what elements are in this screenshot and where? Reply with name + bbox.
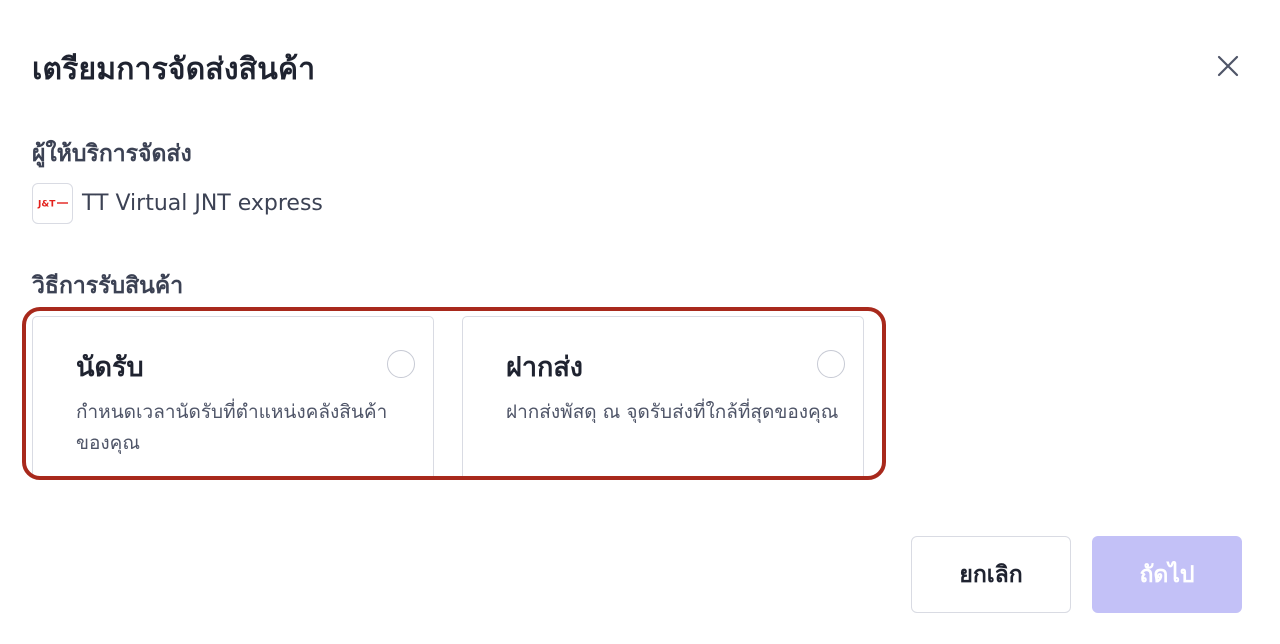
close-icon xyxy=(1217,55,1239,77)
carrier-section-label: ผู้ให้บริการจัดส่ง xyxy=(32,141,192,167)
dropoff-option-radio[interactable] xyxy=(817,350,845,378)
carrier-logo: J&T xyxy=(32,182,73,224)
pickup-option-card[interactable]: นัดรับ กำหนดเวลานัดรับที่ตำแหน่งคลังสินค… xyxy=(32,316,434,476)
dropoff-option-description: ฝากส่งพัสดุ ณ จุดรับส่งที่ใกล้ที่สุดของค… xyxy=(506,401,839,423)
dropoff-option-card[interactable]: ฝากส่ง ฝากส่งพัสดุ ณ จุดรับส่งที่ใกล้ที่… xyxy=(462,316,864,476)
jnt-logo-icon: J&T xyxy=(37,200,68,210)
cancel-button[interactable]: ยกเลิก xyxy=(911,536,1071,613)
svg-text:J&T: J&T xyxy=(37,200,56,210)
modal-title: เตรียมการจัดส่งสินค้า xyxy=(32,52,316,87)
next-button[interactable]: ถัดไป xyxy=(1092,536,1242,613)
dropoff-option-title: ฝากส่ง xyxy=(506,352,583,383)
prepare-shipment-modal: เตรียมการจัดส่งสินค้า ผู้ให้บริการจัดส่ง… xyxy=(0,0,1280,644)
pickup-option-radio[interactable] xyxy=(387,350,415,378)
pickup-method-label: วิธีการรับสินค้า xyxy=(32,273,184,299)
pickup-option-title: นัดรับ xyxy=(76,352,144,383)
carrier-name: TT Virtual JNT express xyxy=(82,190,323,216)
carrier-info: J&T TT Virtual JNT express xyxy=(32,182,323,224)
close-button[interactable] xyxy=(1210,48,1246,84)
pickup-option-description: กำหนดเวลานัดรับที่ตำแหน่งคลังสินค้าของคุ… xyxy=(76,401,388,454)
